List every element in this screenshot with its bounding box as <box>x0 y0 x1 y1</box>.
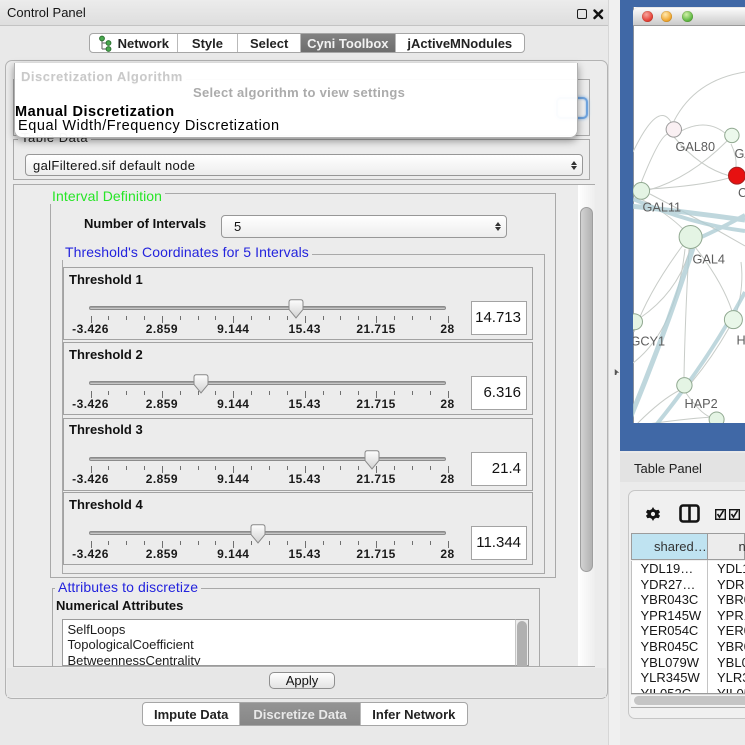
svg-text:GAL11: GAL11 <box>643 201 682 215</box>
svg-text:H: H <box>737 334 745 348</box>
svg-text:GA: GA <box>735 147 745 161</box>
svg-text:GCY1: GCY1 <box>633 335 665 349</box>
svg-text:HAP2: HAP2 <box>685 397 718 411</box>
svg-text:GAL80: GAL80 <box>676 140 716 154</box>
svg-text:GAL4: GAL4 <box>693 253 725 267</box>
svg-text:C: C <box>738 186 745 200</box>
